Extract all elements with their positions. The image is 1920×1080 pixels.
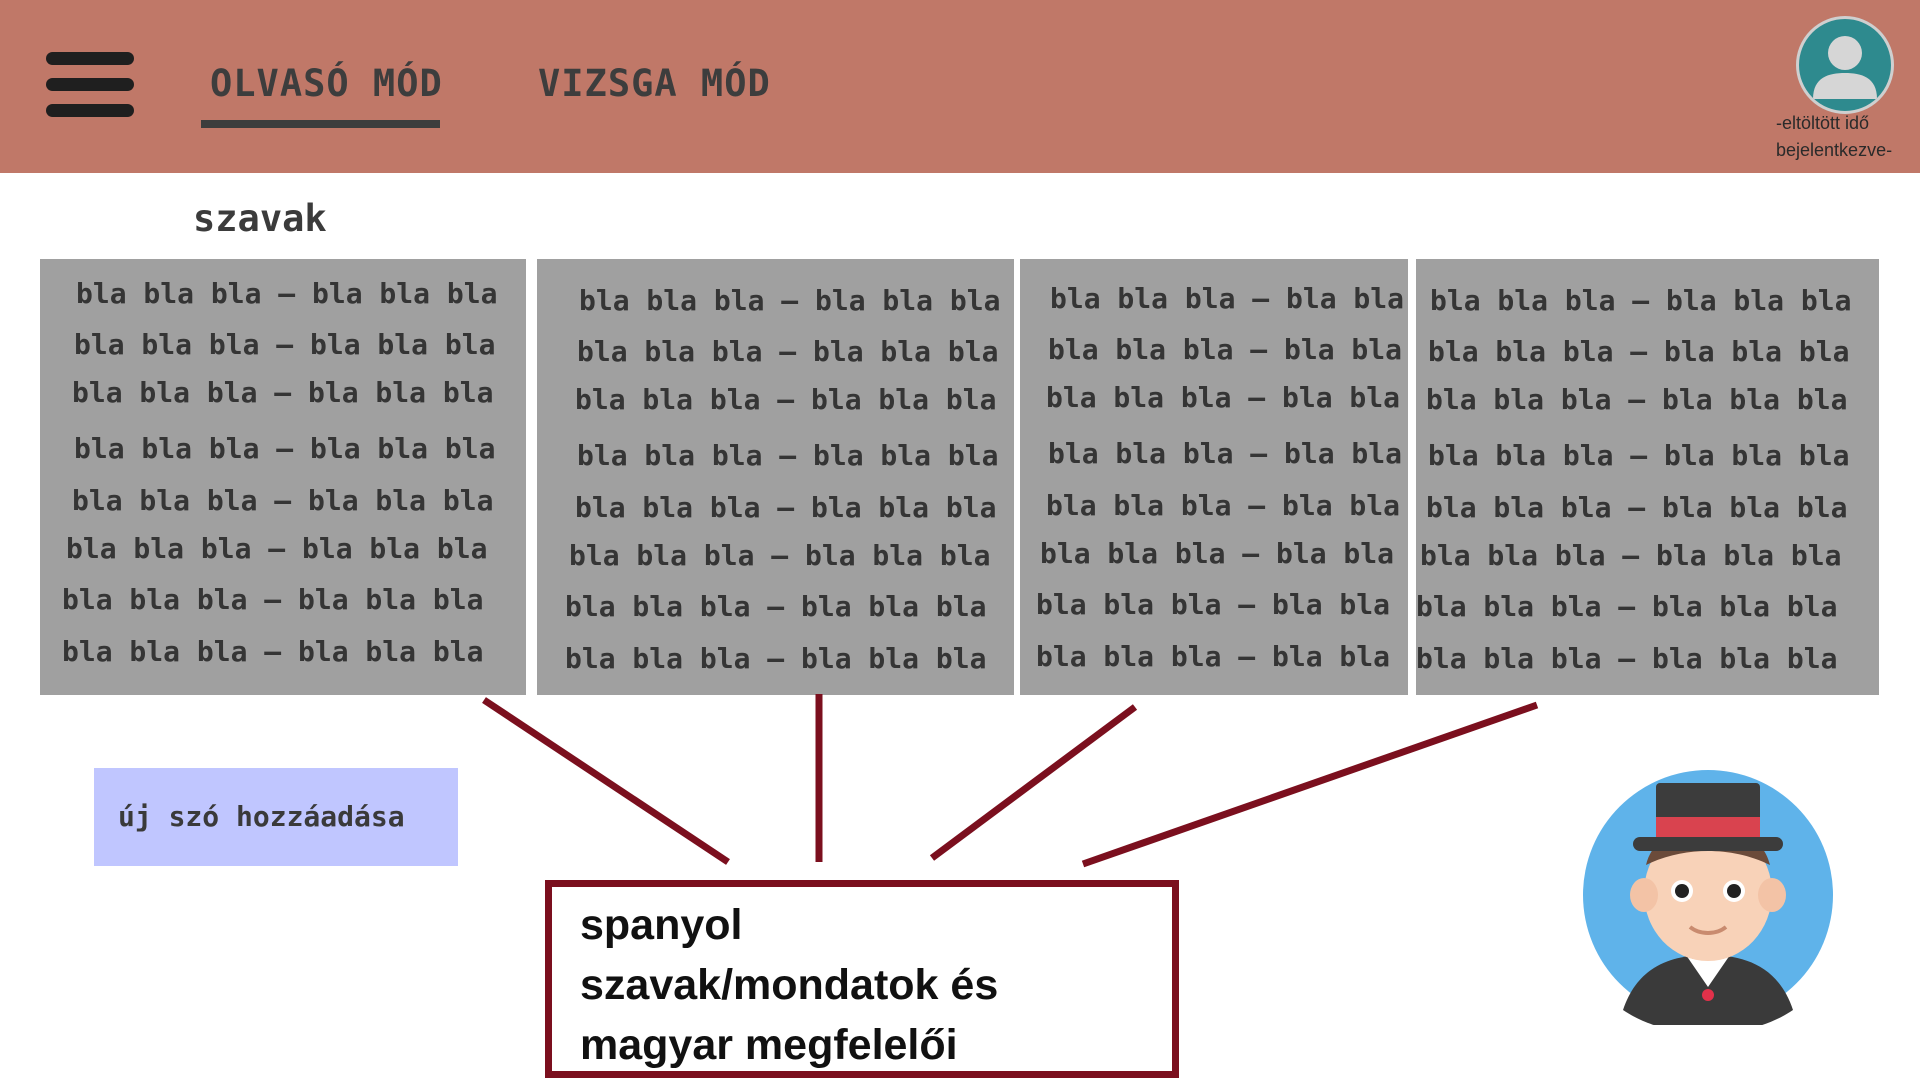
word-pair-line: bla bla bla – bla bla bla xyxy=(72,376,494,409)
word-pair-line: bla bla bla – bla bla bla xyxy=(62,583,484,616)
explanation-callout: spanyol szavak/mondatok és magyar megfel… xyxy=(545,880,1179,1078)
hamburger-menu-icon[interactable] xyxy=(46,50,134,120)
section-title: szavak xyxy=(193,197,327,240)
top-bar: OLVASÓ MÓD VIZSGA MÓD -eltöltött idő bej… xyxy=(0,0,1920,173)
tab-reader-mode[interactable]: OLVASÓ MÓD xyxy=(210,62,443,105)
user-avatar-icon[interactable] xyxy=(1796,16,1894,114)
word-pair-line: bla bla bla – bla bla bla xyxy=(1428,335,1850,368)
word-pair-line: bla bla bla – bla bla bla xyxy=(1050,282,1408,315)
word-pair-line: bla bla bla – bla bla bla xyxy=(569,539,991,572)
callout-line-3: magyar megfelelői xyxy=(580,1021,958,1069)
add-word-button[interactable]: új szó hozzáadása xyxy=(94,768,458,866)
word-pair-line: bla bla bla – bla bla bla xyxy=(1048,437,1408,470)
active-tab-indicator xyxy=(201,120,440,128)
word-panel-3: bla bla bla – bla bla bla bla bla bla – b… xyxy=(1020,259,1408,695)
word-pair-line: bla bla bla – bla bla bla xyxy=(1040,537,1408,570)
word-pair-line: bla bla bla – bla bla bla xyxy=(62,635,484,668)
word-pair-line: bla bla bla – bla bla bla xyxy=(66,532,488,565)
callout-line-1: spanyol xyxy=(580,901,743,949)
add-word-button-label: új szó hozzáadása xyxy=(118,800,405,833)
connector-line-3 xyxy=(929,704,1138,861)
word-pair-line: bla bla bla – bla bla bla xyxy=(565,642,987,675)
user-session-info: -eltöltött idő bejelentkezve- xyxy=(1776,110,1916,164)
word-pair-line: bla bla bla – bla bla bla xyxy=(1420,539,1842,572)
word-pair-line: bla bla bla – bla bla bla xyxy=(1428,439,1850,472)
boy-with-hat-avatar-icon xyxy=(1578,765,1838,1033)
word-pair-line: bla bla bla – bla bla bla xyxy=(575,383,997,416)
connector-line-1 xyxy=(482,697,730,865)
word-pair-line: bla bla bla – bla bla bla xyxy=(1416,590,1838,623)
word-pair-line: bla bla bla – bla bla bla xyxy=(72,484,494,517)
word-pair-line: bla bla bla – bla bla bla xyxy=(1426,383,1848,416)
word-pair-line: bla bla bla – bla bla bla xyxy=(1426,491,1848,524)
word-pair-line: bla bla bla – bla bla bla xyxy=(565,590,987,623)
word-pair-line: bla bla bla – bla bla bla xyxy=(1046,489,1408,522)
logged-in-label: bejelentkezve- xyxy=(1776,140,1893,160)
callout-line-2: szavak/mondatok és xyxy=(580,961,999,1009)
word-pair-line: bla bla bla – bla bla bla xyxy=(579,284,1001,317)
time-spent-label: -eltöltött idő xyxy=(1776,113,1870,133)
tab-exam-mode[interactable]: VIZSGA MÓD xyxy=(538,62,771,105)
word-panel-2: bla bla bla – bla bla bla bla bla bla – b… xyxy=(537,259,1014,695)
word-pair-line: bla bla bla – bla bla bla xyxy=(1048,333,1408,366)
connector-line-4 xyxy=(1081,701,1539,868)
word-panel-4: bla bla bla – bla bla bla bla bla bla – b… xyxy=(1416,259,1879,695)
word-pair-line: bla bla bla – bla bla bla xyxy=(1430,284,1852,317)
word-pair-line: bla bla bla – bla bla bla xyxy=(577,439,999,472)
word-pair-line: bla bla bla – bla bla bla xyxy=(1416,642,1838,675)
word-pair-line: bla bla bla – bla bla bla xyxy=(1036,588,1408,621)
word-pair-line: bla bla bla – bla bla bla xyxy=(76,277,498,310)
word-pair-line: bla bla bla – bla bla bla xyxy=(577,335,999,368)
word-pair-line: bla bla bla – bla bla bla xyxy=(74,328,496,361)
word-pair-line: bla bla bla – bla bla bla xyxy=(74,432,496,465)
word-pair-line: bla bla bla – bla bla bla xyxy=(1036,640,1408,673)
word-pair-line: bla bla bla – bla bla bla xyxy=(1046,381,1408,414)
word-pair-line: bla bla bla – bla bla bla xyxy=(575,491,997,524)
word-panel-1: bla bla bla – bla bla bla bla bla bla – b… xyxy=(40,259,526,695)
